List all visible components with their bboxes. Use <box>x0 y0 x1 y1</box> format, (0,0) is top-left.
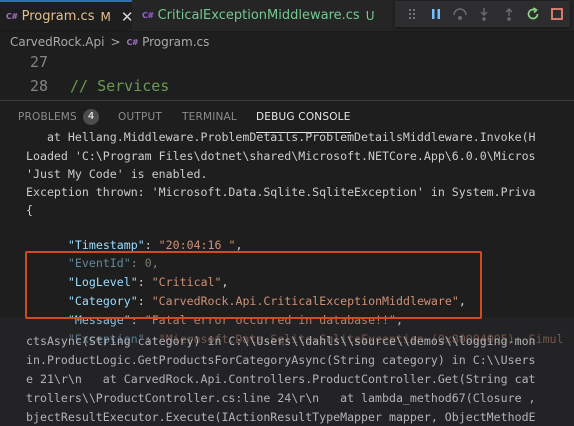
code-editor[interactable]: 27 28 // Services <box>0 53 574 99</box>
close-icon[interactable]: ✕ <box>121 8 134 26</box>
drag-handle-icon[interactable] <box>401 2 423 26</box>
highlight-annotation-box <box>25 251 482 319</box>
tab-terminal[interactable]: TERMINAL <box>182 101 237 133</box>
tab-debug-console[interactable]: DEBUG CONSOLE <box>256 101 351 133</box>
panel-tab-bar: PROBLEMS 4 OUTPUT TERMINAL DEBUG CONSOLE <box>0 100 574 133</box>
line-number: 28 <box>29 77 48 95</box>
line-text: // Services <box>70 77 170 95</box>
tab-terminal-label: TERMINAL <box>182 111 237 123</box>
tab-output-label: OUTPUT <box>118 111 162 123</box>
chevron-right-icon: > <box>110 35 121 49</box>
step-out-icon[interactable] <box>498 2 520 26</box>
code-line: 28 // Services <box>0 75 169 97</box>
console-line: at Hellang.Middleware.ProblemDetails.Pro… <box>26 132 536 144</box>
csharp-file-icon: C# <box>126 37 139 47</box>
tab-output[interactable]: OUTPUT <box>118 101 162 133</box>
debug-toolbar <box>395 1 570 27</box>
tab-debug-console-label: DEBUG CONSOLE <box>256 110 351 123</box>
breadcrumb-project[interactable]: CarvedRock.Api <box>10 35 104 49</box>
breadcrumb: CarvedRock.Api > C# Program.cs <box>0 31 574 53</box>
csharp-file-icon: C# <box>6 12 18 21</box>
tab-status: M <box>100 9 111 24</box>
frame-shade <box>0 318 574 426</box>
console-line: 'Just My Code' is enabled. <box>26 167 208 181</box>
breadcrumb-file[interactable]: Program.cs <box>142 35 209 49</box>
tab-status: U <box>365 8 375 23</box>
console-line: { <box>26 203 33 217</box>
tab-program-cs[interactable]: C# Program.cs M ✕ <box>0 0 134 31</box>
line-number: 27 <box>29 53 48 71</box>
code-line: 27 <box>0 51 70 73</box>
tab-label: CriticalExceptionMiddleware.cs <box>157 8 360 23</box>
problems-count-badge: 4 <box>82 109 100 125</box>
stop-icon[interactable] <box>546 2 568 26</box>
pause-icon[interactable] <box>425 2 447 26</box>
console-line: Exception thrown: 'Microsoft.Data.Sqlite… <box>26 185 536 199</box>
console-line: Loaded 'C:\Program Files\dotnet\shared\M… <box>26 149 536 163</box>
step-over-icon[interactable] <box>449 2 471 26</box>
restart-icon[interactable] <box>522 2 544 26</box>
json-field-timestamp: "Timestamp": "20:04:16 ", <box>67 238 243 252</box>
editor-tab-bar: C# Program.cs M ✕ C# CriticalExceptionMi… <box>0 0 574 32</box>
tab-problems[interactable]: PROBLEMS 4 <box>18 101 100 133</box>
step-into-icon[interactable] <box>473 2 495 26</box>
tab-problems-label: PROBLEMS <box>18 111 77 123</box>
tab-label: Program.cs <box>21 9 95 24</box>
csharp-file-icon: C# <box>142 11 154 20</box>
tab-critical-exception-middleware[interactable]: C# CriticalExceptionMiddleware.cs U <box>134 0 375 31</box>
